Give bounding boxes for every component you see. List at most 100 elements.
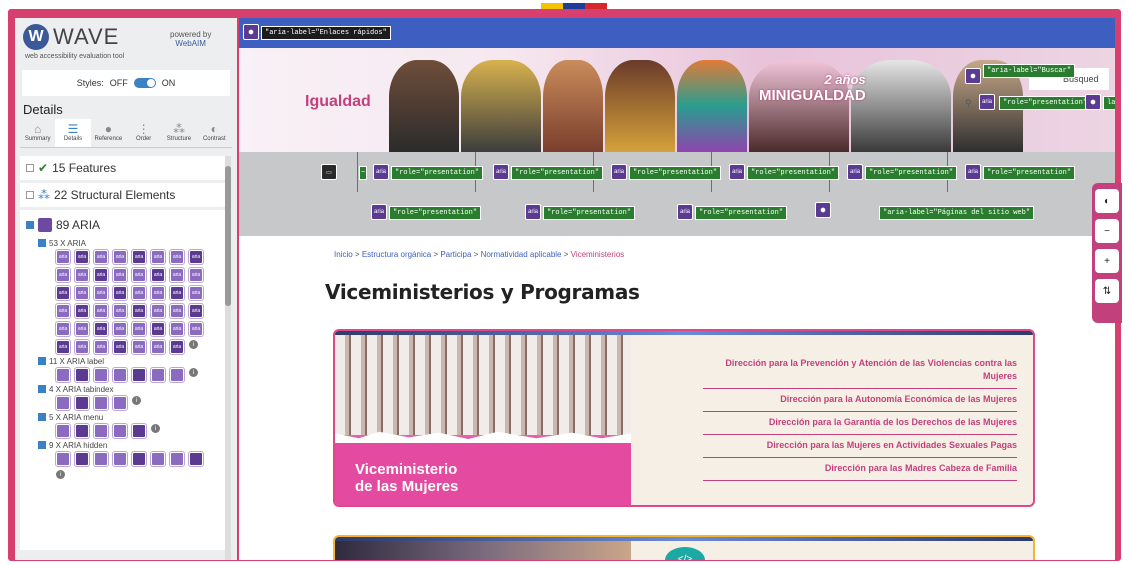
aria-item-icon[interactable]: aria: [74, 285, 90, 301]
tag-icon[interactable]: ⬢: [965, 68, 981, 84]
aria-item-icon[interactable]: aria: [93, 321, 109, 337]
menu-item-icon[interactable]: [131, 423, 147, 439]
contrast-icon[interactable]: ◐: [1095, 189, 1119, 213]
tag-item-icon[interactable]: [169, 367, 185, 383]
features-checkbox[interactable]: [26, 164, 34, 172]
aria-item-icon[interactable]: aria: [93, 303, 109, 319]
aria-icon[interactable]: aria: [847, 164, 863, 180]
aria-sub-item[interactable]: 4 X ARIA tabindex: [38, 384, 219, 394]
breadcrumb-link[interactable]: Normatividad aplicable: [481, 250, 562, 259]
structural-section[interactable]: ⁂ 22 Structural Elements: [20, 183, 225, 207]
aria-item-icon[interactable]: aria: [112, 249, 128, 265]
aria-item-icon[interactable]: aria: [150, 285, 166, 301]
tag-item-icon[interactable]: [131, 367, 147, 383]
aria-item-icon[interactable]: aria: [150, 321, 166, 337]
aria-item-icon[interactable]: aria: [169, 285, 185, 301]
aria-item-icon[interactable]: aria: [188, 267, 204, 283]
hidden-item-icon[interactable]: [131, 451, 147, 467]
hidden-item-icon[interactable]: [112, 451, 128, 467]
aria-item-icon[interactable]: aria: [55, 339, 71, 355]
text-size-icon[interactable]: ⇅: [1095, 279, 1119, 303]
aria-icon[interactable]: aria: [729, 164, 745, 180]
menu-item-icon[interactable]: [112, 423, 128, 439]
aria-icon[interactable]: aria: [611, 164, 627, 180]
info-icon[interactable]: i: [189, 368, 198, 377]
aria-sub-item[interactable]: 11 X ARIA label: [38, 356, 219, 366]
aria-item-icon[interactable]: aria: [150, 249, 166, 265]
tag-item-icon[interactable]: [112, 395, 128, 411]
zoom-out-icon[interactable]: −: [1095, 219, 1119, 243]
aria-sub-item[interactable]: 9 X ARIA hidden: [38, 440, 219, 450]
direccion-link[interactable]: Dirección para la Garantía de los Derech…: [703, 412, 1017, 435]
features-section[interactable]: ✔ 15 Features: [20, 156, 225, 180]
tag-item-icon[interactable]: [93, 367, 109, 383]
aria-icon[interactable]: aria: [525, 204, 541, 220]
sidebar-scrollbar[interactable]: [225, 156, 231, 560]
aria-item-icon[interactable]: aria: [188, 249, 204, 265]
aria-item-icon[interactable]: aria: [74, 267, 90, 283]
aria-item-icon[interactable]: aria: [55, 303, 71, 319]
info-icon[interactable]: i: [132, 396, 141, 405]
aria-item-icon[interactable]: aria: [55, 285, 71, 301]
tag-item-icon[interactable]: [55, 367, 71, 383]
aria-checkbox[interactable]: [26, 221, 34, 229]
menu-item-icon[interactable]: [55, 423, 71, 439]
aria-item-icon[interactable]: aria: [150, 267, 166, 283]
sub-checkbox[interactable]: [38, 239, 46, 247]
aria-item-icon[interactable]: aria: [93, 339, 109, 355]
aria-item-icon[interactable]: aria: [112, 303, 128, 319]
breadcrumb-link[interactable]: Estructura orgánica: [362, 250, 431, 259]
info-icon[interactable]: i: [56, 470, 65, 479]
search-icon[interactable]: ⚲: [965, 98, 972, 109]
aria-icon[interactable]: aria: [373, 164, 389, 180]
aria-item-icon[interactable]: aria: [131, 303, 147, 319]
webaim-link[interactable]: WebAIM: [175, 39, 206, 48]
aria-item-icon[interactable]: aria: [74, 339, 90, 355]
aria-item-icon[interactable]: aria: [169, 339, 185, 355]
aria-item-icon[interactable]: aria: [169, 321, 185, 337]
aria-item-icon[interactable]: aria: [131, 321, 147, 337]
direccion-link[interactable]: Dirección para la Autonomía Económica de…: [703, 389, 1017, 412]
aria-icon[interactable]: aria: [493, 164, 509, 180]
aria-item-icon[interactable]: aria: [112, 267, 128, 283]
aria-item-icon[interactable]: aria: [93, 267, 109, 283]
hidden-item-icon[interactable]: [150, 451, 166, 467]
scrollbar-thumb[interactable]: [225, 166, 231, 306]
breadcrumb-link[interactable]: Participa: [440, 250, 471, 259]
tag-icon[interactable]: ⬢: [243, 24, 259, 40]
aria-sub-item[interactable]: 53 X ARIA: [38, 238, 219, 248]
hidden-item-icon[interactable]: [93, 451, 109, 467]
hidden-item-icon[interactable]: [55, 451, 71, 467]
menu-item-icon[interactable]: [74, 423, 90, 439]
info-icon[interactable]: i: [189, 340, 198, 349]
sub-checkbox[interactable]: [38, 413, 46, 421]
sub-checkbox[interactable]: [38, 385, 46, 393]
menu-icon[interactable]: ▭: [321, 164, 337, 180]
tag-item-icon[interactable]: [112, 367, 128, 383]
aria-item-icon[interactable]: aria: [188, 285, 204, 301]
tab-structure[interactable]: ⁂ Structure: [161, 119, 196, 147]
aria-item-icon[interactable]: aria: [112, 321, 128, 337]
aria-sub-item[interactable]: 5 X ARIA menu: [38, 412, 219, 422]
sub-checkbox[interactable]: [38, 441, 46, 449]
aria-item-icon[interactable]: aria: [93, 249, 109, 265]
aria-icon[interactable]: aria: [979, 94, 995, 110]
zoom-in-icon[interactable]: +: [1095, 249, 1119, 273]
hidden-item-icon[interactable]: [169, 451, 185, 467]
structural-checkbox[interactable]: [26, 191, 34, 199]
aria-item-icon[interactable]: aria: [74, 249, 90, 265]
aria-item-icon[interactable]: aria: [169, 303, 185, 319]
aria-icon[interactable]: aria: [371, 204, 387, 220]
hidden-item-icon[interactable]: [74, 451, 90, 467]
aria-item-icon[interactable]: aria: [188, 321, 204, 337]
aria-item-icon[interactable]: aria: [93, 285, 109, 301]
aria-item-icon[interactable]: aria: [55, 267, 71, 283]
aria-item-icon[interactable]: aria: [55, 249, 71, 265]
styles-toggle[interactable]: [133, 78, 156, 88]
aria-item-icon[interactable]: aria: [112, 285, 128, 301]
aria-item-icon[interactable]: aria: [112, 339, 128, 355]
aria-item-icon[interactable]: aria: [188, 303, 204, 319]
tag-item-icon[interactable]: [93, 395, 109, 411]
tag-icon[interactable]: ⬢: [815, 202, 831, 218]
aria-item-icon[interactable]: aria: [131, 267, 147, 283]
